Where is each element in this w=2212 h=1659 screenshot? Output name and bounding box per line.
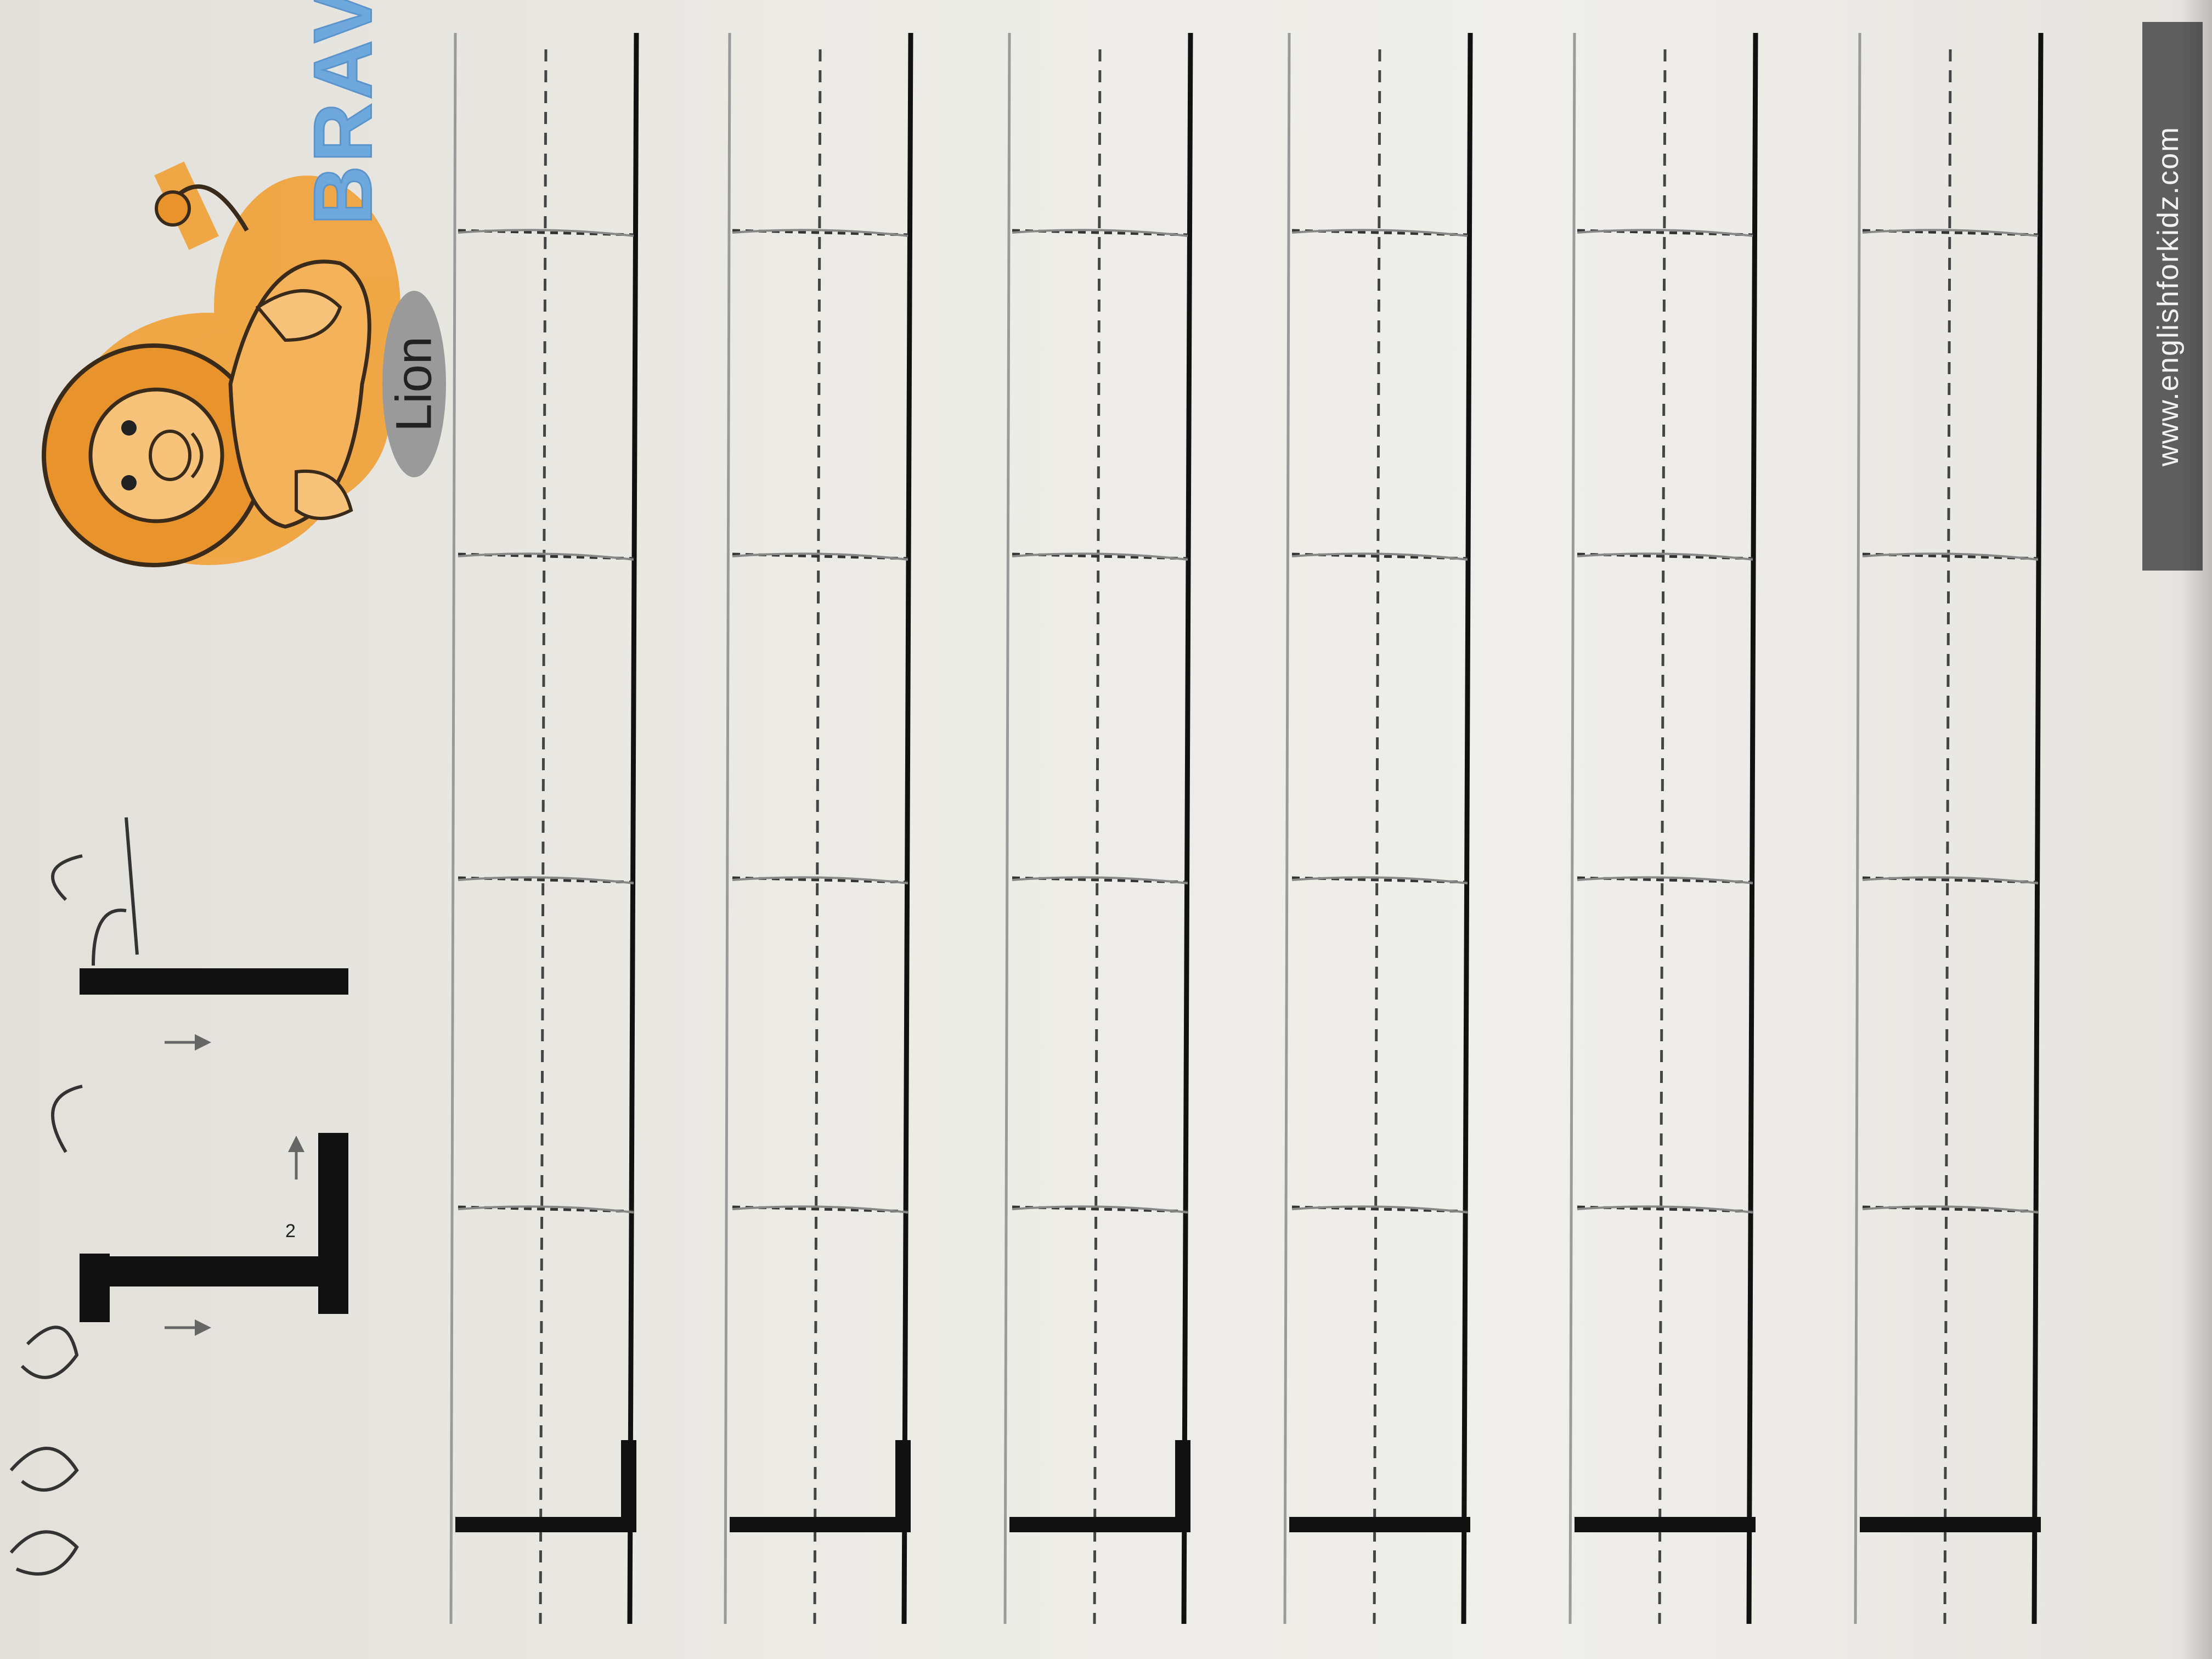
- lion-label: Lion: [386, 336, 442, 432]
- top-guide-line: [1854, 32, 1861, 1624]
- practice-row: [724, 32, 913, 1624]
- example-letter-bar: [1289, 1517, 1470, 1532]
- example-letter-bar: [1009, 1517, 1190, 1532]
- page-edge-shadow: [2179, 0, 2212, 1659]
- middle-guide-line: [1658, 49, 1667, 1624]
- handwritten-name-strokes: [9, 817, 139, 1576]
- middle-guide-line: [1373, 49, 1381, 1624]
- baseline: [1746, 32, 1758, 1624]
- practice-row: [1283, 32, 1473, 1624]
- worksheet-page: 2 BRAVO Lion www.englishforkidz.com: [0, 0, 2212, 1659]
- example-letter-stem: [895, 1440, 911, 1528]
- practice-row: [449, 32, 639, 1624]
- worksheet-artwork: 2: [9, 32, 2044, 1624]
- middle-guide-line: [1093, 49, 1102, 1624]
- middle-guide-line: [539, 49, 548, 1624]
- practice-row: [1854, 32, 2044, 1624]
- baseline: [901, 32, 913, 1624]
- top-guide-line: [1568, 32, 1576, 1624]
- example-letter-bar: [1575, 1517, 1756, 1532]
- practice-row: [1568, 32, 1758, 1624]
- big-letter-l: 2: [80, 968, 348, 1336]
- top-guide-line: [1283, 32, 1291, 1624]
- bravo-stamp: BRAVO: [296, 0, 390, 226]
- baseline: [1461, 32, 1473, 1624]
- practice-rows: [449, 32, 2044, 1624]
- example-letter-bar: [730, 1517, 911, 1532]
- top-guide-line: [724, 32, 731, 1624]
- example-letter-bar: [455, 1517, 636, 1532]
- baseline: [627, 32, 639, 1624]
- example-letter-bar: [1860, 1517, 2041, 1532]
- top-guide-line: [449, 32, 457, 1624]
- middle-guide-line: [813, 49, 822, 1624]
- practice-row: [1003, 32, 1193, 1624]
- baseline: [2032, 32, 2044, 1624]
- stroke-order-number: 2: [285, 1221, 296, 1242]
- example-letter-stem: [621, 1440, 636, 1528]
- example-letter-stem: [1175, 1440, 1190, 1528]
- baseline: [1181, 32, 1193, 1624]
- middle-guide-line: [1943, 49, 1952, 1624]
- top-guide-line: [1003, 32, 1011, 1624]
